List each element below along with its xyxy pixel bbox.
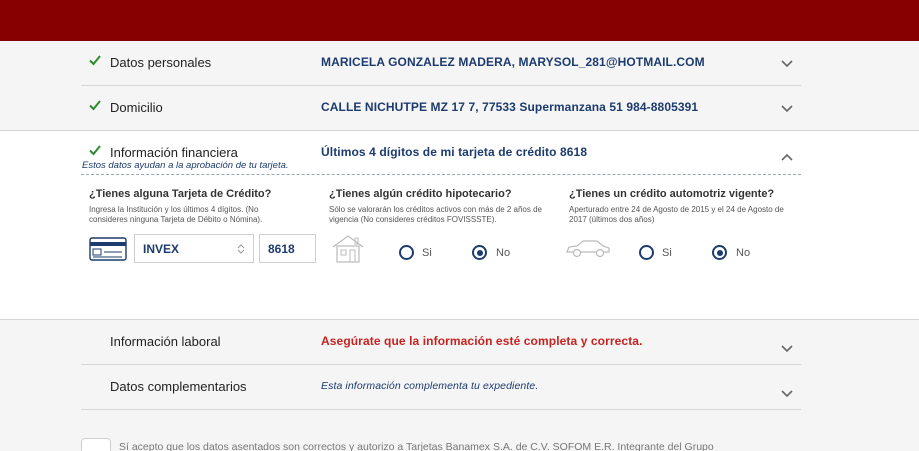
section-warning: Asegúrate que la información esté comple… [321, 334, 643, 348]
section-title: Información financiera [110, 145, 238, 160]
section-subtitle: Estos datos ayudan a la aprobación de tu… [82, 160, 289, 171]
section-informacion-financiera: Información financiera Últimos 4 dígitos… [0, 130, 919, 320]
section-title: Domicilio [110, 100, 163, 115]
chevron-down-icon[interactable] [781, 104, 793, 114]
check-icon [89, 55, 101, 66]
card-digits-value: 8618 [268, 242, 295, 256]
mortgage-yes-label[interactable]: Si [422, 247, 432, 259]
section-datos-complementarios[interactable]: Datos complementarios Esta información c… [81, 365, 801, 410]
check-icon [89, 100, 101, 111]
auto-loan-question: ¿Tienes un crédito automotriz vigente? [569, 188, 775, 200]
auto-loan-no-label[interactable]: No [736, 247, 750, 259]
chevron-up-icon[interactable] [781, 152, 793, 162]
top-header-bar [0, 0, 919, 41]
section-note: Esta información complementa tu expedien… [321, 380, 539, 392]
mortgage-question: ¿Tienes algún crédito hipotecario? [329, 188, 512, 200]
card-digits-input[interactable]: 8618 [259, 234, 316, 263]
chevron-down-icon[interactable] [781, 59, 793, 69]
house-icon [332, 235, 364, 263]
institution-select[interactable]: INVEX [134, 234, 254, 263]
section-title: Datos personales [110, 55, 212, 70]
section-summary: Últimos 4 dígitos de mi tarjeta de crédi… [321, 145, 588, 159]
section-title: Información laboral [110, 334, 221, 349]
mortgage-no-label[interactable]: No [496, 247, 510, 259]
section-header[interactable]: Información financiera Últimos 4 dígitos… [81, 131, 801, 175]
credit-card-question: ¿Tienes alguna Tarjeta de Crédito? [89, 188, 272, 200]
auto-loan-no-radio[interactable] [712, 245, 727, 260]
check-icon [89, 145, 101, 156]
auto-loan-yes-label[interactable]: Si [662, 247, 672, 259]
car-icon [566, 240, 610, 258]
section-domicilio[interactable]: Domicilio CALLE NICHUTPE MZ 17 7, 77533 … [81, 86, 801, 131]
select-arrows-icon [237, 244, 245, 254]
section-informacion-laboral[interactable]: Información laboral Asegúrate que la inf… [81, 320, 801, 365]
consent-checkbox[interactable] [81, 438, 111, 451]
mortgage-no-radio[interactable] [472, 245, 487, 260]
consent-text: Sí acepto que los datos asentados son co… [119, 441, 714, 451]
auto-loan-yes-radio[interactable] [639, 245, 654, 260]
mortgage-yes-radio[interactable] [399, 245, 414, 260]
credit-card-icon [89, 237, 127, 261]
section-summary: MARICELA GONZALEZ MADERA, MARYSOL_281@HO… [321, 55, 705, 69]
section-title: Datos complementarios [110, 379, 247, 394]
mortgage-help: Sólo se valorarán los créditos activos c… [329, 205, 543, 224]
auto-loan-help: Aperturado entre 24 de Agosto de 2015 y … [569, 205, 784, 224]
chevron-down-icon[interactable] [781, 344, 793, 354]
credit-card-help: Ingresa la Institución y los últimos 4 d… [89, 205, 263, 224]
section-summary: CALLE NICHUTPE MZ 17 7, 77533 Supermanza… [321, 100, 699, 114]
chevron-down-icon[interactable] [781, 389, 793, 399]
section-datos-personales[interactable]: Datos personales MARICELA GONZALEZ MADER… [81, 41, 801, 86]
institution-value: INVEX [143, 242, 180, 256]
